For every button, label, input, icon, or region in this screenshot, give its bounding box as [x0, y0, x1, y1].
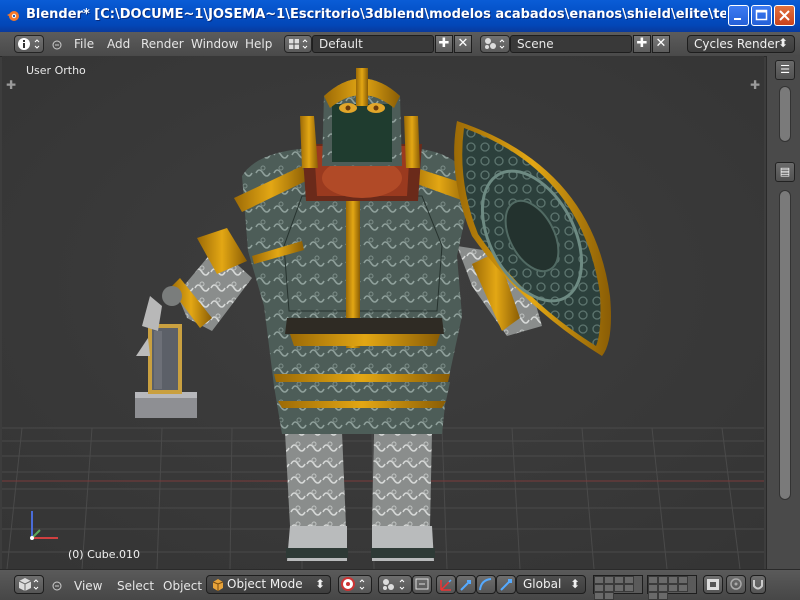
collapse-menu-icon[interactable]	[52, 581, 62, 591]
menu-render[interactable]: Render	[141, 37, 184, 51]
properties-icon: ▤	[779, 165, 791, 178]
translate-arrows-icon	[440, 579, 452, 591]
screen-layout-field[interactable]: Default	[312, 35, 434, 53]
rotate-arc-icon	[479, 578, 492, 591]
minimize-button[interactable]	[728, 5, 749, 26]
outliner-button[interactable]: ☰	[775, 60, 795, 80]
menu-file[interactable]: File	[74, 37, 94, 51]
3d-view-icon	[18, 578, 39, 591]
info-header: File Add Render Window Help Default ✚ ✕ …	[0, 32, 800, 57]
delete-scene-button[interactable]: ✕	[652, 35, 670, 53]
snap-button[interactable]	[750, 575, 766, 594]
toolshelf-toggle-icon[interactable]: ✚	[6, 78, 16, 92]
plus-icon: ✚	[636, 36, 648, 51]
arrow-icon	[460, 580, 471, 591]
menu-select[interactable]: Select	[117, 579, 154, 593]
object-mode-icon	[212, 579, 224, 591]
editor-type-3d-button[interactable]	[14, 575, 44, 594]
proportional-edit-icon	[730, 578, 742, 590]
maximize-button[interactable]	[751, 5, 772, 26]
menu-help[interactable]: Help	[245, 37, 272, 51]
manipulator-toggle-button[interactable]	[412, 575, 432, 594]
properties-toggle-icon[interactable]: ✚	[750, 78, 760, 92]
render-engine-label: Cycles Render	[694, 37, 780, 51]
close-icon: ✕	[457, 36, 469, 51]
snap-magnet-icon	[753, 580, 763, 590]
viewport-shading-button[interactable]	[338, 575, 372, 594]
translate-manipulator-button[interactable]	[436, 575, 456, 594]
close-icon: ✕	[655, 36, 667, 51]
render-engine-dropdown[interactable]: Cycles Render ⬍	[687, 35, 795, 53]
pivot-icon	[383, 579, 405, 590]
layout-grid-icon	[289, 39, 308, 49]
dropdown-arrows-icon: ⬍	[314, 577, 325, 591]
editor-type-button[interactable]	[14, 35, 44, 53]
scene-icon	[485, 38, 505, 49]
mode-label: Object Mode	[227, 577, 303, 591]
maximize-icon	[755, 9, 768, 21]
outliner-scrollbar[interactable]	[779, 86, 791, 142]
window-title: Blender* [C:\DOCUME~1\JOSEMA~1\Escritori…	[26, 7, 726, 22]
properties-editor-button[interactable]: ▤	[775, 162, 795, 182]
shading-sphere-icon	[341, 577, 365, 591]
plus-icon: ✚	[438, 36, 450, 51]
blender-window: Blender* [C:\DOCUME~1\JOSEMA~1\Escritori…	[0, 0, 800, 600]
scale-icon	[500, 579, 512, 591]
close-icon	[779, 10, 790, 21]
3d-view-header: View Select Object Object Mode ⬍ Global …	[0, 569, 800, 600]
transform-orientation-dropdown[interactable]: Global ⬍	[516, 575, 586, 594]
view-label: User Ortho	[26, 64, 86, 77]
orientation-label: Global	[523, 577, 562, 591]
properties-panel: ☰ ▤	[766, 56, 800, 569]
menu-object[interactable]: Object	[163, 579, 202, 593]
rotate-manipulator-button[interactable]	[476, 575, 496, 594]
properties-scrollbar[interactable]	[779, 190, 791, 500]
viewport-scene[interactable]	[2, 56, 764, 569]
add-scene-button[interactable]: ✚	[633, 35, 651, 53]
proportional-editing-button[interactable]	[726, 575, 746, 594]
scale-manipulator-button[interactable]	[496, 575, 516, 594]
minimize-icon	[734, 18, 741, 20]
delete-screen-button[interactable]: ✕	[454, 35, 472, 53]
3d-viewport[interactable]: User Ortho (0) Cube.010 ✚ ✚	[2, 56, 764, 569]
menu-add[interactable]: Add	[107, 37, 130, 51]
scene-browse-button[interactable]	[480, 35, 510, 53]
menu-view[interactable]: View	[74, 579, 102, 593]
dropdown-arrows-icon: ⬍	[569, 577, 580, 591]
dropdown-arrows-icon: ⬍	[777, 36, 788, 50]
title-bar[interactable]: Blender* [C:\DOCUME~1\JOSEMA~1\Escritori…	[0, 0, 800, 33]
layers-icon	[707, 579, 719, 590]
outliner-icon: ☰	[780, 63, 790, 76]
collapse-menu-icon[interactable]	[52, 40, 62, 50]
active-object-label: (0) Cube.010	[68, 548, 140, 561]
close-button[interactable]	[774, 5, 795, 26]
layer-buttons-group-1[interactable]	[593, 575, 643, 600]
add-screen-button[interactable]: ✚	[435, 35, 453, 53]
lock-layers-button[interactable]	[703, 575, 723, 594]
info-icon	[18, 38, 40, 50]
blender-logo-icon	[7, 11, 19, 21]
move-manipulator-button[interactable]	[456, 575, 476, 594]
screen-layout-browse-button[interactable]	[284, 35, 312, 53]
manipulator-icon	[415, 578, 429, 590]
scene-field[interactable]: Scene	[510, 35, 632, 53]
mode-dropdown[interactable]: Object Mode ⬍	[206, 575, 331, 594]
pivot-point-button[interactable]	[378, 575, 412, 594]
menu-window[interactable]: Window	[191, 37, 238, 51]
layer-buttons-group-2[interactable]	[647, 575, 697, 600]
